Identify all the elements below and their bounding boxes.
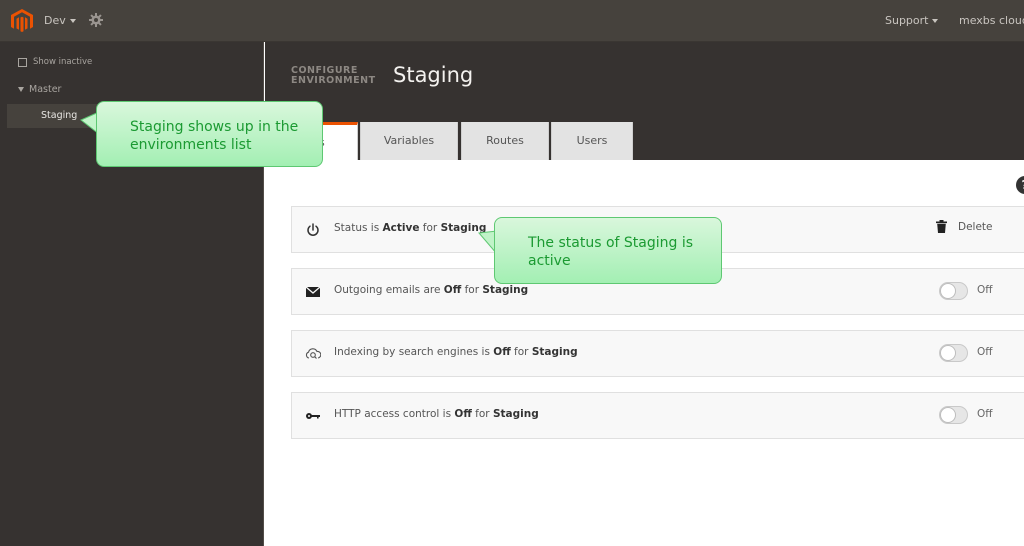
cloud-search-icon bbox=[305, 348, 321, 359]
trash-icon bbox=[936, 220, 947, 233]
support-menu[interactable]: Support bbox=[885, 14, 939, 27]
annotation-callout-status: The status of Staging is active bbox=[494, 217, 722, 284]
key-icon bbox=[306, 413, 320, 419]
project-label: Dev bbox=[44, 14, 66, 27]
page-title: Staging bbox=[393, 63, 474, 87]
delete-button[interactable]: Delete bbox=[936, 220, 993, 233]
http-access-row: HTTP access control is Off for Staging O… bbox=[291, 392, 1024, 439]
show-inactive-label: Show inactive bbox=[33, 57, 93, 67]
gear-icon[interactable] bbox=[89, 13, 103, 27]
toggle-knob bbox=[940, 283, 956, 299]
search-indexing-row: Indexing by search engines is Off for St… bbox=[291, 330, 1024, 377]
env-tree-master[interactable]: Master bbox=[18, 84, 61, 95]
delete-label: Delete bbox=[958, 220, 993, 233]
http-access-text: HTTP access control is Off for Staging bbox=[334, 408, 539, 420]
status-text: Status is Active for Staging bbox=[334, 222, 487, 234]
search-indexing-text: Indexing by search engines is Off for St… bbox=[334, 346, 578, 358]
configure-environment-label: CONFIGURE ENVIRONMENT bbox=[291, 65, 376, 86]
tab-variables[interactable]: Variables bbox=[360, 122, 458, 160]
outgoing-emails-toggle[interactable] bbox=[939, 282, 968, 300]
power-icon bbox=[307, 223, 319, 236]
http-access-toggle-label: Off bbox=[977, 408, 993, 420]
outgoing-emails-toggle-label: Off bbox=[977, 284, 993, 296]
user-menu[interactable]: mexbs cloud bbox=[959, 14, 1024, 27]
support-label: Support bbox=[885, 14, 929, 27]
chevron-down-icon bbox=[932, 19, 939, 23]
caret-down-icon[interactable] bbox=[18, 87, 24, 92]
envelope-icon bbox=[305, 286, 321, 297]
toggle-knob bbox=[940, 345, 956, 361]
tab-users[interactable]: Users bbox=[551, 122, 633, 160]
top-bar: Dev Support mexbs cloud bbox=[0, 0, 1024, 42]
search-indexing-toggle-label: Off bbox=[977, 346, 993, 358]
toggle-knob bbox=[940, 407, 956, 423]
outgoing-emails-text: Outgoing emails are Off for Staging bbox=[334, 284, 529, 296]
show-inactive-toggle[interactable]: Show inactive bbox=[18, 57, 92, 67]
env-tree-master-label: Master bbox=[29, 84, 62, 95]
http-access-toggle[interactable] bbox=[939, 406, 968, 424]
annotation-callout-environments: Staging shows up in the environments lis… bbox=[96, 101, 323, 167]
chevron-down-icon bbox=[69, 19, 76, 23]
tab-routes[interactable]: Routes bbox=[461, 122, 549, 160]
search-indexing-toggle[interactable] bbox=[939, 344, 968, 362]
show-inactive-checkbox[interactable] bbox=[18, 57, 27, 67]
project-selector[interactable]: Dev bbox=[44, 14, 76, 27]
magento-logo-icon[interactable] bbox=[11, 9, 33, 33]
